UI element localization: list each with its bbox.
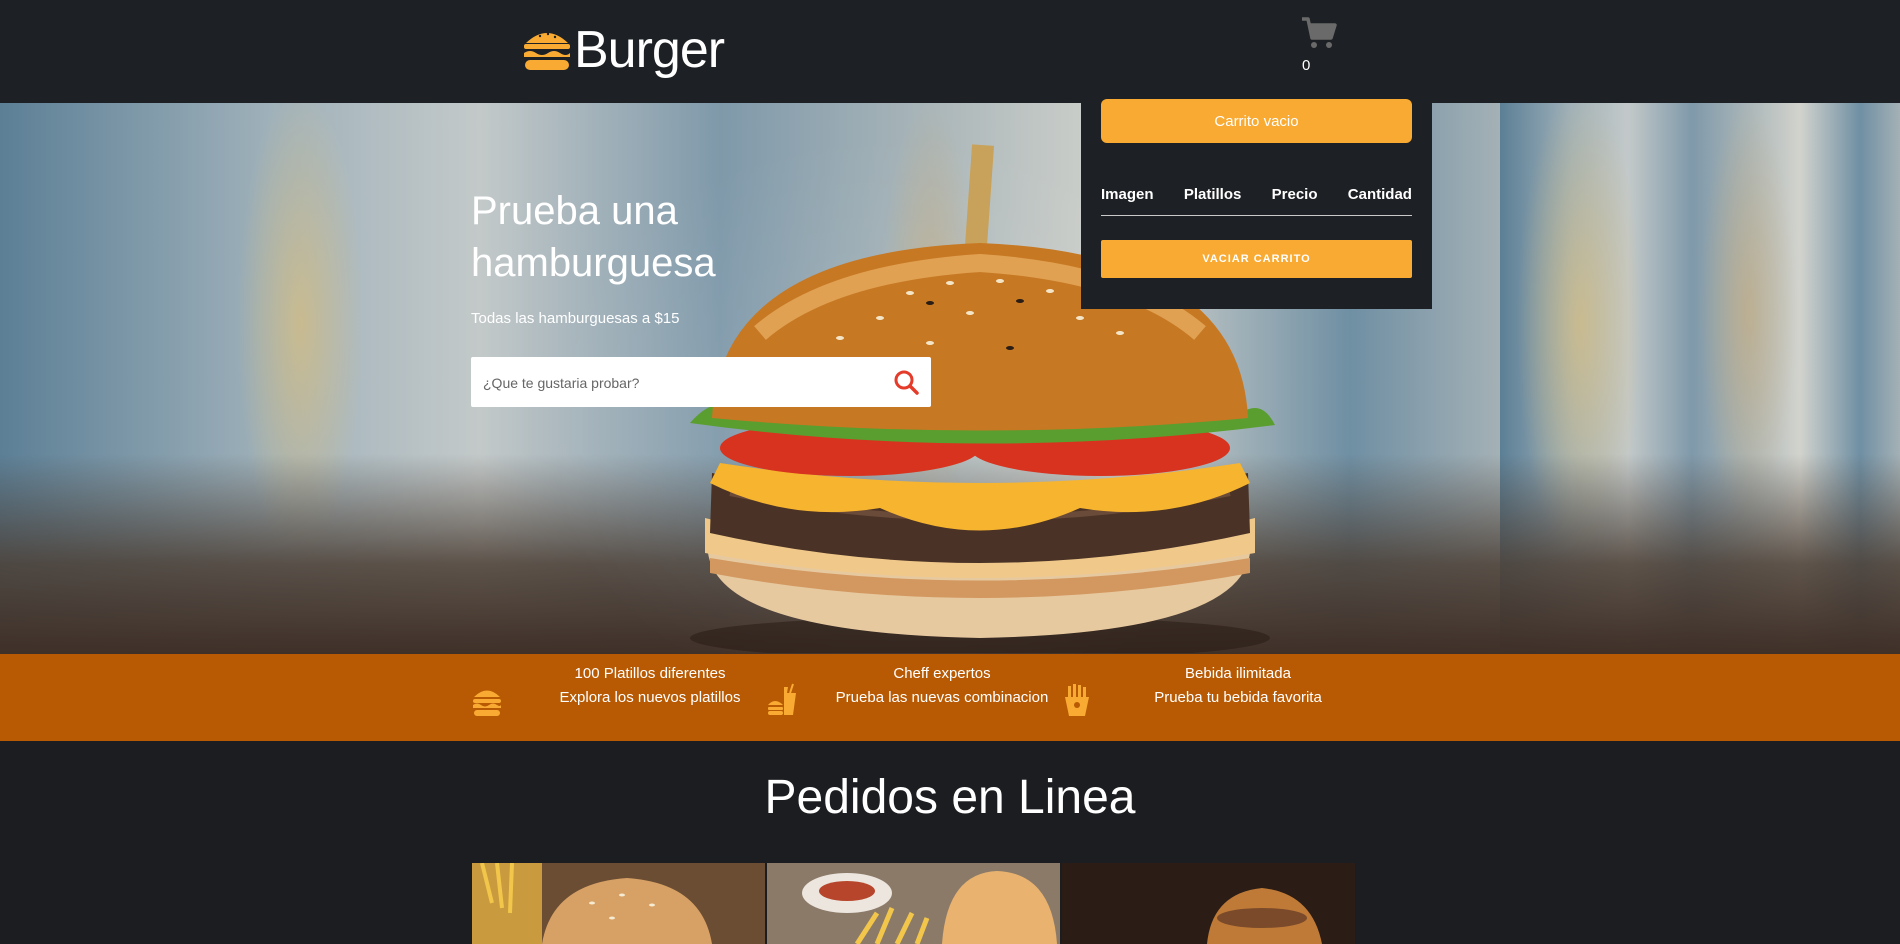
empty-cart-button[interactable]: VACIAR CARRITO [1101,240,1412,278]
cart-column-image: Imagen [1101,185,1154,203]
cart-dropdown: Carrito vacio Imagen Platillos Precio Ca… [1081,79,1432,309]
product-card-image-1[interactable] [472,863,765,944]
feature-dishes-title: 100 Platillos diferentes [574,665,726,682]
hero-subtitle: Todas las hamburguesas a $15 [471,310,680,327]
feature-drinks: Bebida ilimitada Prueba tu bebida favori… [1128,662,1348,710]
feature-chefs-title: Cheff expertos [893,665,991,682]
feature-chefs: Cheff expertos Prueba las nuevas combina… [822,662,1062,710]
search-input[interactable] [481,357,885,409]
product-card-image-3[interactable] [1062,863,1355,944]
fries-icon [1065,684,1089,716]
product-card-image-2[interactable] [767,863,1060,944]
hero-title: Prueba una hamburguesa [471,189,716,285]
burger-logo-icon [524,32,570,70]
feature-chefs-text: Prueba las nuevas combinacion [835,689,1049,706]
feature-dishes-text: Explora los nuevos platillos [559,689,741,706]
logo-text: Burger [574,21,725,79]
features-bar: 100 Platillos diferentes Explora los nue… [0,654,1900,741]
logo[interactable]: Burger [522,20,725,80]
search-icon[interactable] [893,369,919,395]
hero-banner: Prueba una hamburguesa Todas las hamburg… [0,103,1900,654]
cart-count: 0 [1302,57,1311,74]
feature-drinks-title: Bebida ilimitada [1185,665,1291,682]
section-title: Pedidos en Linea [764,771,1136,824]
search-box [471,357,931,409]
cart-icon[interactable] [1301,16,1337,50]
cart-column-quantity: Cantidad [1347,185,1412,203]
site-header: Burger 0 [0,0,1900,103]
hero-background-repeat [1500,103,1900,654]
feature-drinks-text: Prueba tu bebida favorita [1154,689,1322,706]
feature-dishes: 100 Platillos diferentes Explora los nue… [540,662,760,710]
cart-column-price: Precio [1271,185,1318,203]
cart-column-dishes: Platillos [1183,185,1242,203]
cart-table-header: Imagen Platillos Precio Cantidad [1101,179,1412,216]
fast-food-icon [768,683,796,715]
cart-empty-message: Carrito vacio [1101,99,1412,143]
burger-icon [473,690,501,716]
